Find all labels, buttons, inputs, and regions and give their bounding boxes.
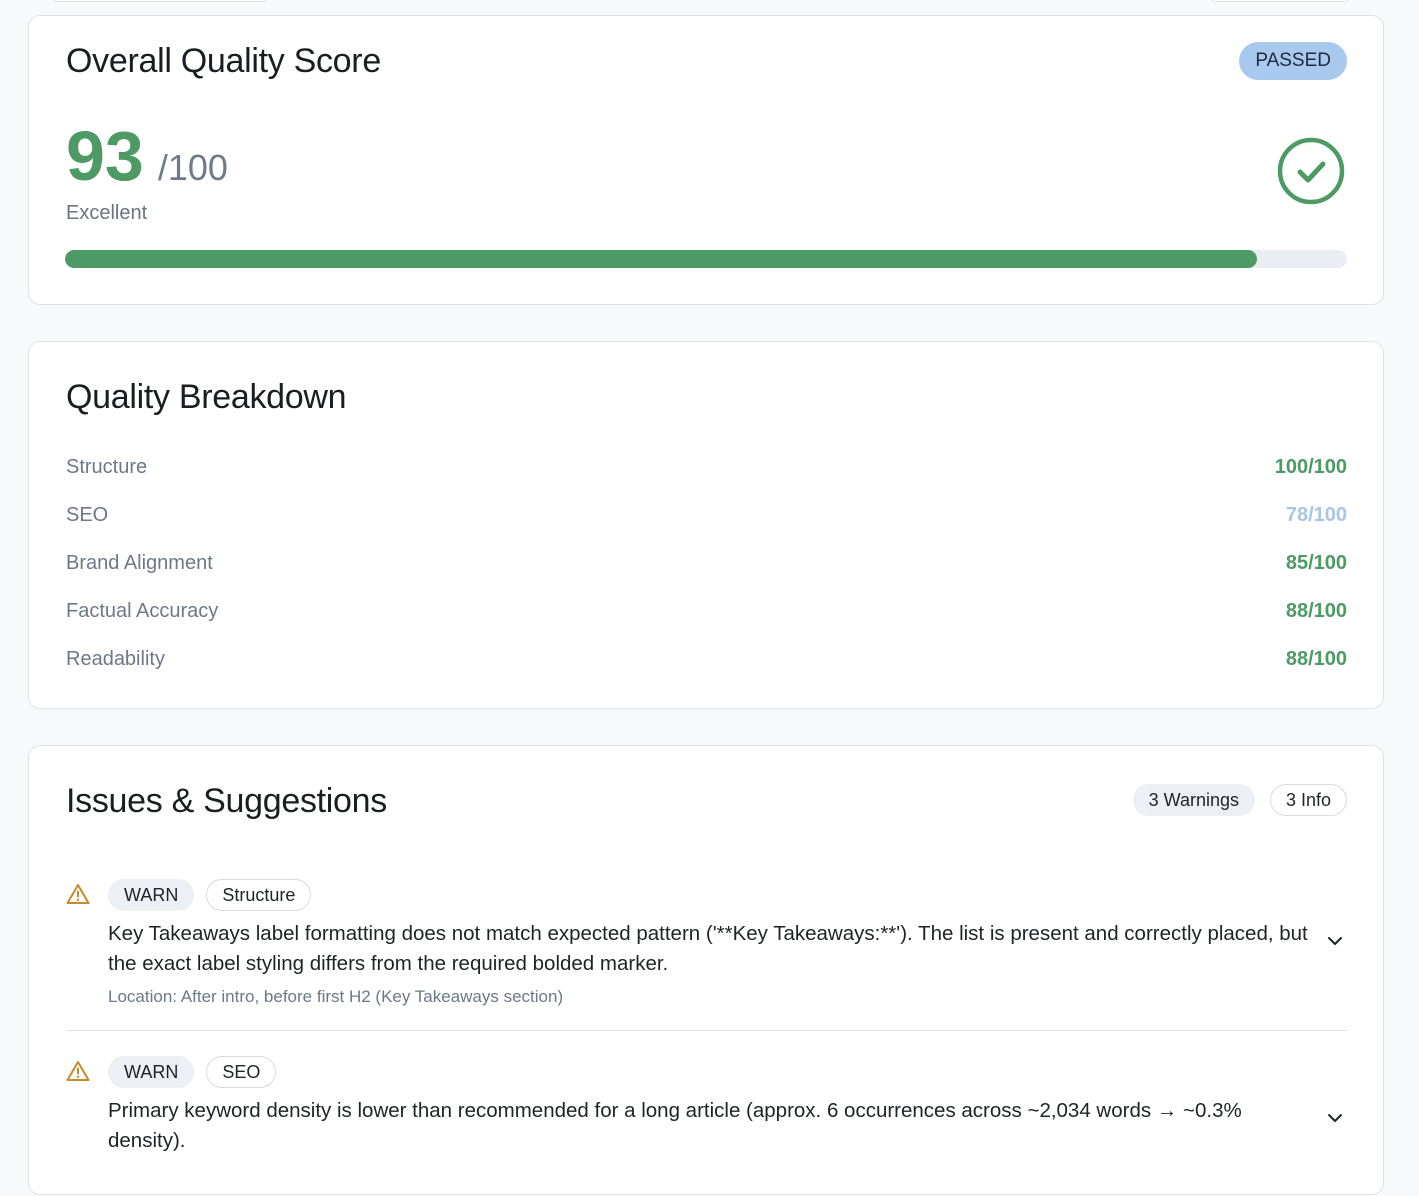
breakdown-score: 88/100 xyxy=(1285,647,1347,670)
status-badge: PASSED xyxy=(1239,42,1347,80)
check-circle-icon xyxy=(1277,137,1345,205)
breakdown-label: Factual Accuracy xyxy=(66,599,219,622)
issue-item[interactable]: WARN Structure Key Takeaways label forma… xyxy=(66,879,1347,1029)
breakdown-score: 78/100 xyxy=(1285,503,1347,526)
chevron-down-icon[interactable] xyxy=(1327,936,1343,946)
issue-message: Primary keyword density is lower than re… xyxy=(108,1099,1242,1152)
category-tag: Structure xyxy=(206,879,312,911)
category-tag: SEO xyxy=(206,1056,277,1088)
score-display: 93 /100 xyxy=(66,116,228,196)
breakdown-score: 85/100 xyxy=(1285,551,1347,574)
warnings-count-badge[interactable]: 3 Warnings xyxy=(1132,784,1255,816)
score-max: /100 xyxy=(157,147,228,188)
breakdown-label: SEO xyxy=(66,503,109,526)
breakdown-title: Quality Breakdown xyxy=(66,378,347,416)
breakdown-row-seo: SEO 78/100 xyxy=(66,500,1347,530)
breakdown-score: 100/100 xyxy=(1274,455,1347,478)
overall-score-card: Overall Quality Score PASSED 93 /100 Exc… xyxy=(28,15,1384,305)
breakdown-row-brand-alignment: Brand Alignment 85/100 xyxy=(66,548,1347,578)
issue-message: Key Takeaways label formatting does not … xyxy=(108,922,1308,975)
warning-triangle-icon xyxy=(66,1061,90,1081)
issue-location: Location: After intro, before first H2 (… xyxy=(108,987,564,1006)
breakdown-row-readability: Readability 88/100 xyxy=(66,644,1347,674)
quality-breakdown-card: Quality Breakdown Structure 100/100 SEO … xyxy=(28,341,1384,709)
breakdown-row-structure: Structure 100/100 xyxy=(66,452,1347,482)
overall-title: Overall Quality Score xyxy=(66,42,381,80)
score-progress-fill xyxy=(65,250,1258,268)
severity-tag: WARN xyxy=(108,1056,195,1088)
breakdown-label: Readability xyxy=(66,647,165,670)
issue-item[interactable]: WARN SEO Primary keyword density is lowe… xyxy=(66,1056,1347,1196)
chevron-down-icon[interactable] xyxy=(1327,1113,1343,1123)
warning-triangle-icon xyxy=(66,884,90,904)
breakdown-score: 88/100 xyxy=(1285,599,1347,622)
issues-card: Issues & Suggestions 3 Warnings 3 Info W… xyxy=(28,745,1384,1195)
breakdown-label: Structure xyxy=(66,455,148,478)
breakdown-label: Brand Alignment xyxy=(66,551,213,574)
breakdown-row-factual-accuracy: Factual Accuracy 88/100 xyxy=(66,596,1347,626)
score-progress-bar xyxy=(65,250,1347,268)
severity-tag: WARN xyxy=(108,879,195,911)
info-count-badge[interactable]: 3 Info xyxy=(1269,784,1347,816)
top-stub-left xyxy=(52,0,268,2)
issue-divider xyxy=(66,1030,1347,1031)
issues-title: Issues & Suggestions xyxy=(66,782,387,820)
score-rating: Excellent xyxy=(66,202,148,224)
top-stub-right xyxy=(1210,0,1350,2)
score-value: 93 xyxy=(66,117,144,195)
